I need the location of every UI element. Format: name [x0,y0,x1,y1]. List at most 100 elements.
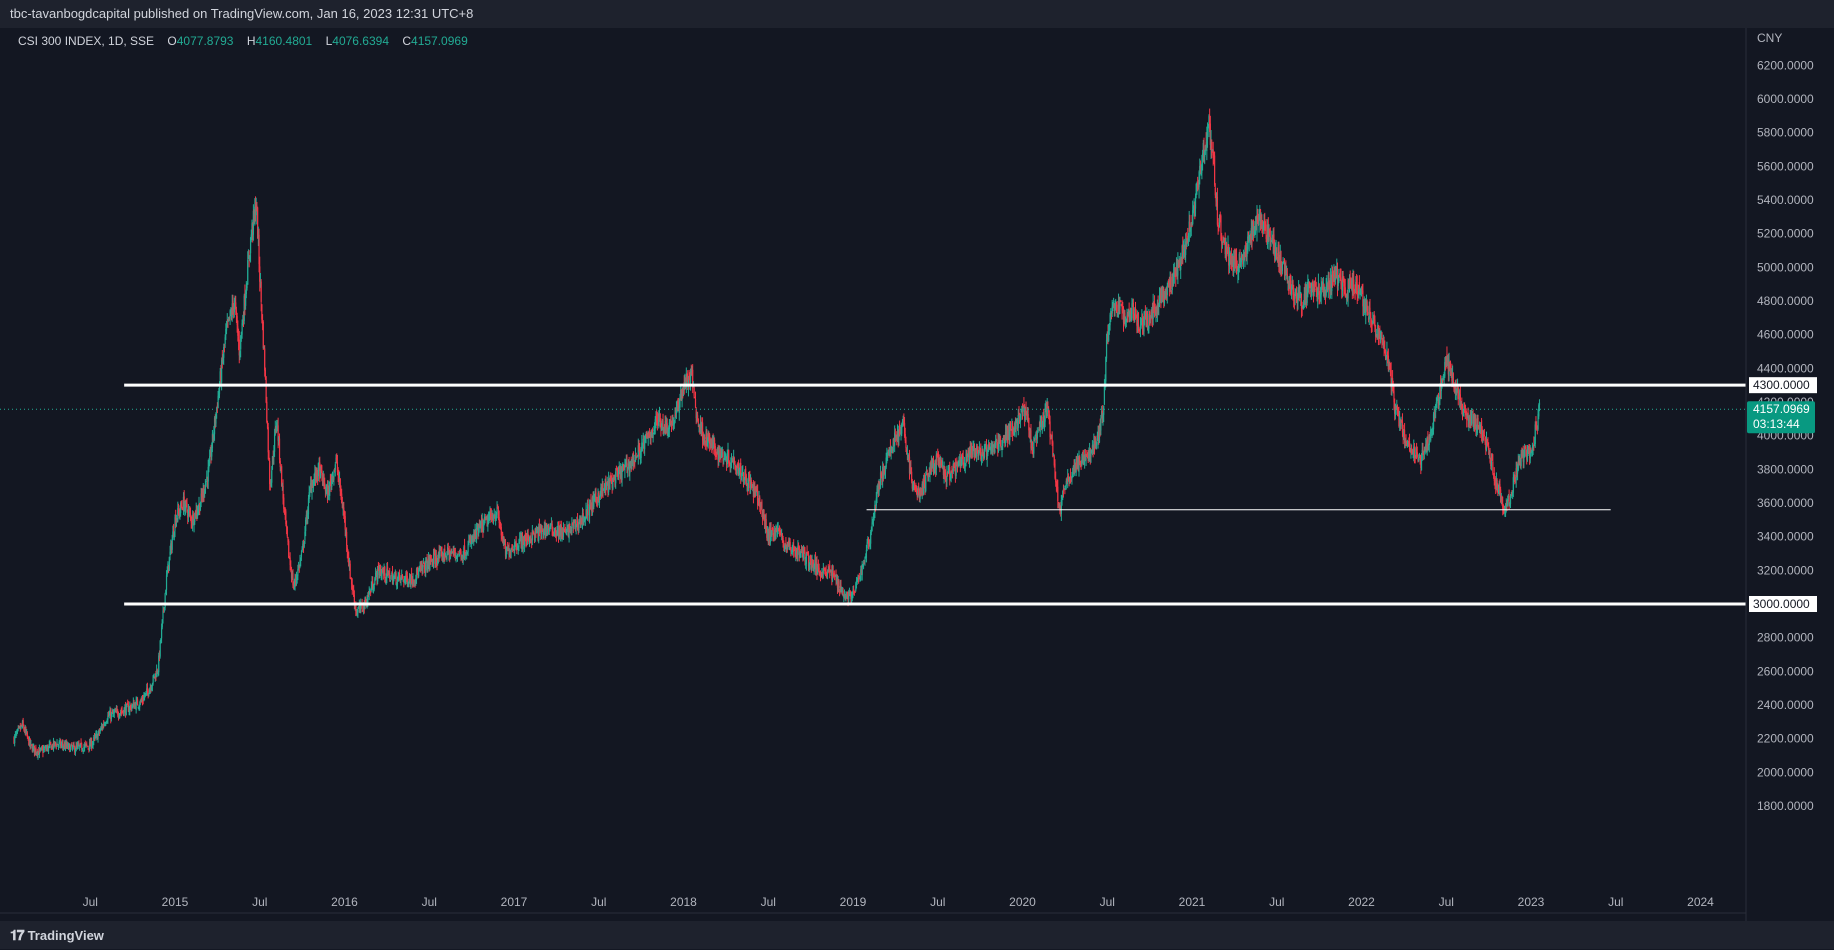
candle-body [1103,405,1105,415]
candle-body [139,704,141,708]
candle-body [69,746,72,752]
candle-body [334,464,336,470]
tradingview-logo-icon: 𝟏𝟕 [10,927,25,943]
time-tick-label: Jul [761,895,776,909]
time-tick-label: 2022 [1348,895,1375,909]
candle-body [1488,446,1490,450]
candle-body [344,516,346,530]
price-tick-label: 1800.0000 [1757,799,1814,813]
candle-body [1452,373,1454,383]
price-tick-label: 2000.0000 [1757,765,1814,779]
candle-body [1492,461,1494,474]
candle-body [994,449,996,453]
time-tick-label: 2015 [162,895,189,909]
level-price-tag-label: 3000.0000 [1753,597,1810,611]
candle-body [418,570,420,577]
time-tick-label: Jul [930,895,945,909]
candle-body [1281,263,1283,271]
time-tick-label: Jul [422,895,437,909]
candle-body [370,591,372,593]
candle-body [1217,222,1219,226]
candle-body [697,419,699,424]
candle-body [1358,282,1360,290]
time-tick-label: Jul [1100,895,1115,909]
candle-body [1471,411,1473,424]
candle-body [264,348,266,371]
time-tick-label: Jul [83,895,98,909]
candle-body [1119,302,1121,309]
symbol-legend: CSI 300 INDEX, 1D, SSE O4077.8793 H4160.… [18,34,468,48]
price-tick-label: 3800.0000 [1757,462,1814,476]
candle-body [456,555,459,557]
candle-body [1085,456,1087,461]
candle-body [1406,446,1409,448]
candle-body [1367,311,1369,316]
candle-body [723,460,725,462]
candle-body [925,474,927,492]
price-tick-label: 5800.0000 [1757,126,1814,140]
candle-body [905,440,907,449]
candle-body [1079,456,1081,461]
time-tick-label: Jul [1269,895,1284,909]
candle-body [1483,435,1485,437]
candle-body [1096,441,1098,446]
candle-body [586,505,589,516]
candle-body [349,563,351,579]
price-chart[interactable]: CNY 1800.0000 2000.0000 2200.0000 2400.0000… [0,28,1834,921]
bar-countdown-label: 03:13:44 [1753,417,1800,431]
candle-body [865,550,868,558]
candle-body [357,609,359,613]
candle-body [832,571,834,574]
price-tick-label: 6200.0000 [1757,58,1814,72]
candle-body [267,427,269,453]
candle-body [165,575,168,590]
candle-body [273,434,276,452]
candle-body [1017,414,1019,428]
candle-body [466,554,468,556]
candle-body [153,675,155,677]
candle-body [761,501,763,511]
time-tick-label: Jul [252,895,267,909]
candle-body [247,260,249,285]
tradingview-logo[interactable]: 𝟏𝟕 TradingView [10,921,104,950]
candle-body [43,748,45,750]
candle-body [1206,128,1209,140]
candle-body [401,574,404,579]
candle-body [704,437,706,440]
candle-body [333,471,335,480]
candle-body [262,321,264,349]
candle-body [389,573,391,580]
candle-body [1442,380,1444,382]
candle-body [1370,312,1372,319]
time-tick-label: 2024 [1687,895,1714,909]
price-tick-label: 3600.0000 [1757,496,1814,510]
time-tick-label: Jul [1439,895,1454,909]
candle-body [467,544,469,552]
brand-name: TradingView [27,928,104,943]
time-tick-label: 2020 [1009,895,1036,909]
candle-body [87,746,89,748]
price-tick-label: 3200.0000 [1757,563,1814,577]
candle-body [1413,447,1416,456]
price-tick-label: 6000.0000 [1757,92,1814,106]
time-tick-label: 2021 [1179,895,1206,909]
price-tick-label: 5200.0000 [1757,227,1814,241]
time-tick-label: Jul [1608,895,1623,909]
price-tick-label: 4800.0000 [1757,294,1814,308]
candle-body [492,519,495,521]
candle-body [838,581,840,589]
candle-body [86,743,88,745]
candle-body [926,470,928,472]
symbol-name[interactable]: CSI 300 INDEX, 1D, SSE [18,34,154,48]
price-tick-label: 5600.0000 [1757,159,1814,173]
candle-body [50,741,52,745]
candle-body [1044,410,1046,422]
candle-body [136,699,139,706]
candle-body [171,539,173,550]
candle-body [209,456,211,466]
candle-body [271,470,273,483]
price-axis: 1800.0000 2000.0000 2200.0000 2400.0000 2600… [1757,58,1814,813]
price-tick-label: 2200.0000 [1757,732,1814,746]
candle-body [288,541,290,558]
candle-body [266,401,268,422]
